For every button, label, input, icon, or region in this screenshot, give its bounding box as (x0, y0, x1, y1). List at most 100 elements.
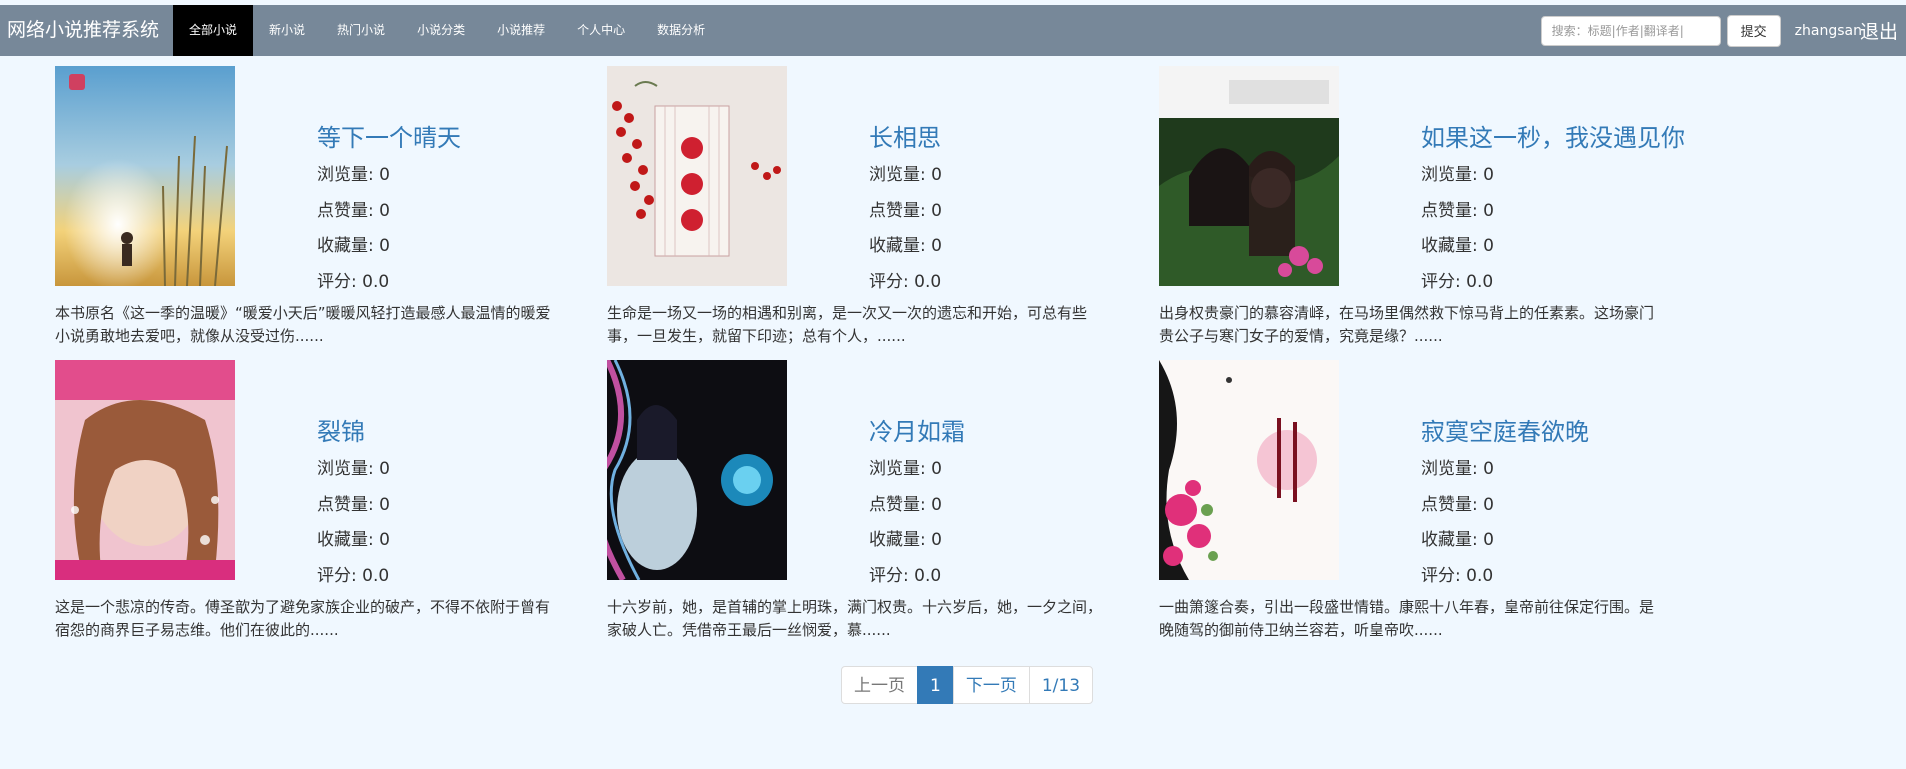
novel-likes: 点赞量: 0 (1421, 194, 1685, 230)
novel-favorites: 收藏量: 0 (1421, 523, 1589, 559)
favorites-label: 收藏量: (869, 530, 926, 550)
rating-label: 评分: (869, 271, 909, 292)
novel-cover[interactable] (607, 360, 787, 580)
likes-label: 点赞量: (317, 494, 374, 515)
views-label: 浏览量: (869, 165, 926, 185)
site-brand[interactable]: 网络小说推荐系统 (0, 5, 173, 56)
nav-hot-novels[interactable]: 热门小说 (321, 5, 401, 56)
novel-description: 本书原名《这一季的温暖》“暖爱小天后”暖暖风轻打造最感人最温情的暖爱小说勇敢地去… (55, 304, 551, 345)
novel-description: 一曲箫篴合奏，引出一段盛世情错。康熙十八年春，皇帝前往保定行围。是晚随驾的御前侍… (1159, 598, 1655, 639)
rating-label: 评分: (317, 565, 357, 586)
likes-value: 0 (1483, 494, 1494, 515)
likes-label: 点赞量: (317, 200, 374, 221)
novel-likes: 点赞量: 0 (317, 488, 390, 524)
favorites-label: 收藏量: (869, 236, 926, 256)
rating-value: 0.0 (362, 565, 390, 586)
nav-all-novels[interactable]: 全部小说 (173, 5, 254, 56)
favorites-value: 0 (1483, 530, 1494, 550)
novel-cover[interactable] (55, 66, 235, 286)
nav-right: 提交 zhangsan 退出 (1540, 5, 1906, 56)
search-input[interactable] (1540, 15, 1721, 46)
novel-card: 裂锦 浏览量: 0 点赞量: 0 收藏量: 0 评分: 0.0 这是一个悲凉的传… (55, 360, 575, 650)
novel-description: 生命是一场又一场的相遇和别离，是一次又一次的遗忘和开始，可总有些事，一旦发生，就… (607, 304, 1088, 345)
novel-likes: 点赞量: 0 (869, 488, 965, 524)
likes-label: 点赞量: (1421, 494, 1478, 515)
novel-title[interactable]: 长相思 (869, 118, 942, 158)
username[interactable]: zhangsan (1795, 23, 1862, 39)
novel-description: 这是一个悲凉的传奇。傅圣歆为了避免家族企业的破产，不得不依附于曾有宿怨的商界巨子… (55, 598, 551, 639)
novel-info: 等下一个晴天 浏览量: 0 点赞量: 0 收藏量: 0 评分: 0.0 (317, 118, 461, 300)
views-value: 0 (379, 165, 390, 185)
novel-views: 浏览量: 0 (1421, 158, 1685, 194)
novel-card: 寂寞空庭春欲晚 浏览量: 0 点赞量: 0 收藏量: 0 评分: 0.0 一曲箫… (1159, 360, 1679, 650)
nav-personal-center[interactable]: 个人中心 (561, 5, 641, 56)
novel-title[interactable]: 等下一个晴天 (317, 118, 461, 158)
rating-label: 评分: (1421, 271, 1461, 292)
favorites-label: 收藏量: (1421, 236, 1478, 256)
next-page-button[interactable]: 下一页 (952, 666, 1030, 704)
novel-card: 如果这一秒，我没遇见你 浏览量: 0 点赞量: 0 收藏量: 0 评分: 0.0… (1159, 66, 1685, 356)
novel-favorites: 收藏量: 0 (1421, 229, 1685, 265)
submit-button[interactable]: 提交 (1726, 14, 1781, 47)
page-total: 1/13 (1028, 666, 1094, 704)
novel-rating: 评分: 0.0 (1421, 559, 1589, 595)
novel-info: 裂锦 浏览量: 0 点赞量: 0 收藏量: 0 评分: 0.0 (317, 412, 390, 594)
views-value: 0 (1483, 165, 1494, 185)
novel-cover[interactable] (1159, 360, 1339, 580)
rating-label: 评分: (1421, 565, 1461, 586)
views-value: 0 (931, 165, 942, 185)
likes-value: 0 (379, 494, 390, 515)
likes-label: 点赞量: (1421, 200, 1478, 221)
pagination: 上一页 1 下一页 1/13 (841, 666, 1094, 704)
rating-value: 0.0 (1466, 271, 1494, 292)
novel-title[interactable]: 冷月如霜 (869, 412, 965, 452)
novel-cover[interactable] (607, 66, 787, 286)
novel-card: 长相思 浏览量: 0 点赞量: 0 收藏量: 0 评分: 0.0 生命是一场又一… (607, 66, 1127, 356)
logout-link[interactable]: 退出 (1860, 17, 1898, 44)
novel-info: 如果这一秒，我没遇见你 浏览量: 0 点赞量: 0 收藏量: 0 评分: 0.0 (1421, 118, 1685, 300)
novel-card: 冷月如霜 浏览量: 0 点赞量: 0 收藏量: 0 评分: 0.0 十六岁前，她… (607, 360, 1127, 650)
likes-label: 点赞量: (869, 494, 926, 515)
nav-data-analysis[interactable]: 数据分析 (641, 5, 721, 56)
views-value: 0 (379, 459, 390, 479)
prev-page-button[interactable]: 上一页 (841, 666, 918, 704)
nav-new-novels[interactable]: 新小说 (253, 5, 321, 56)
novel-description: 出身权贵豪门的慕容清峄，在马场里偶然救下惊马背上的任素素。这场豪门贵公子与寒门女… (1159, 304, 1655, 345)
favorites-value: 0 (1483, 236, 1494, 256)
rating-value: 0.0 (914, 271, 942, 292)
novel-rating: 评分: 0.0 (317, 559, 390, 595)
rating-value: 0.0 (362, 271, 390, 292)
novel-info: 长相思 浏览量: 0 点赞量: 0 收藏量: 0 评分: 0.0 (869, 118, 942, 300)
views-label: 浏览量: (317, 165, 374, 185)
favorites-value: 0 (931, 236, 942, 256)
novel-cover[interactable] (1159, 66, 1339, 286)
novel-views: 浏览量: 0 (317, 158, 461, 194)
favorites-value: 0 (379, 236, 390, 256)
novel-info: 寂寞空庭春欲晚 浏览量: 0 点赞量: 0 收藏量: 0 评分: 0.0 (1421, 412, 1589, 594)
novel-title[interactable]: 裂锦 (317, 412, 390, 452)
favorites-label: 收藏量: (317, 530, 374, 550)
novel-rating: 评分: 0.0 (869, 559, 965, 595)
novel-views: 浏览量: 0 (869, 158, 942, 194)
nav-recommendations[interactable]: 小说推荐 (481, 5, 561, 56)
novel-likes: 点赞量: 0 (869, 194, 942, 230)
nav-categories[interactable]: 小说分类 (401, 5, 481, 56)
novel-views: 浏览量: 0 (317, 452, 390, 488)
current-page[interactable]: 1 (917, 666, 954, 704)
favorites-label: 收藏量: (1421, 530, 1478, 550)
views-label: 浏览量: (317, 459, 374, 479)
likes-value: 0 (931, 494, 942, 515)
novel-description: 十六岁前，她，是首辅的掌上明珠，满门权贵。十六岁后，她，一夕之间，家破人亡。凭借… (607, 598, 1103, 639)
favorites-value: 0 (379, 530, 390, 550)
likes-value: 0 (1483, 200, 1494, 221)
novel-cover[interactable] (55, 360, 235, 580)
novel-title[interactable]: 寂寞空庭春欲晚 (1421, 412, 1589, 452)
rating-label: 评分: (317, 271, 357, 292)
rating-value: 0.0 (1466, 565, 1494, 586)
novel-favorites: 收藏量: 0 (317, 523, 390, 559)
views-label: 浏览量: (869, 459, 926, 479)
novel-favorites: 收藏量: 0 (317, 229, 461, 265)
likes-label: 点赞量: (869, 200, 926, 221)
novel-title[interactable]: 如果这一秒，我没遇见你 (1421, 118, 1685, 158)
novel-views: 浏览量: 0 (1421, 452, 1589, 488)
